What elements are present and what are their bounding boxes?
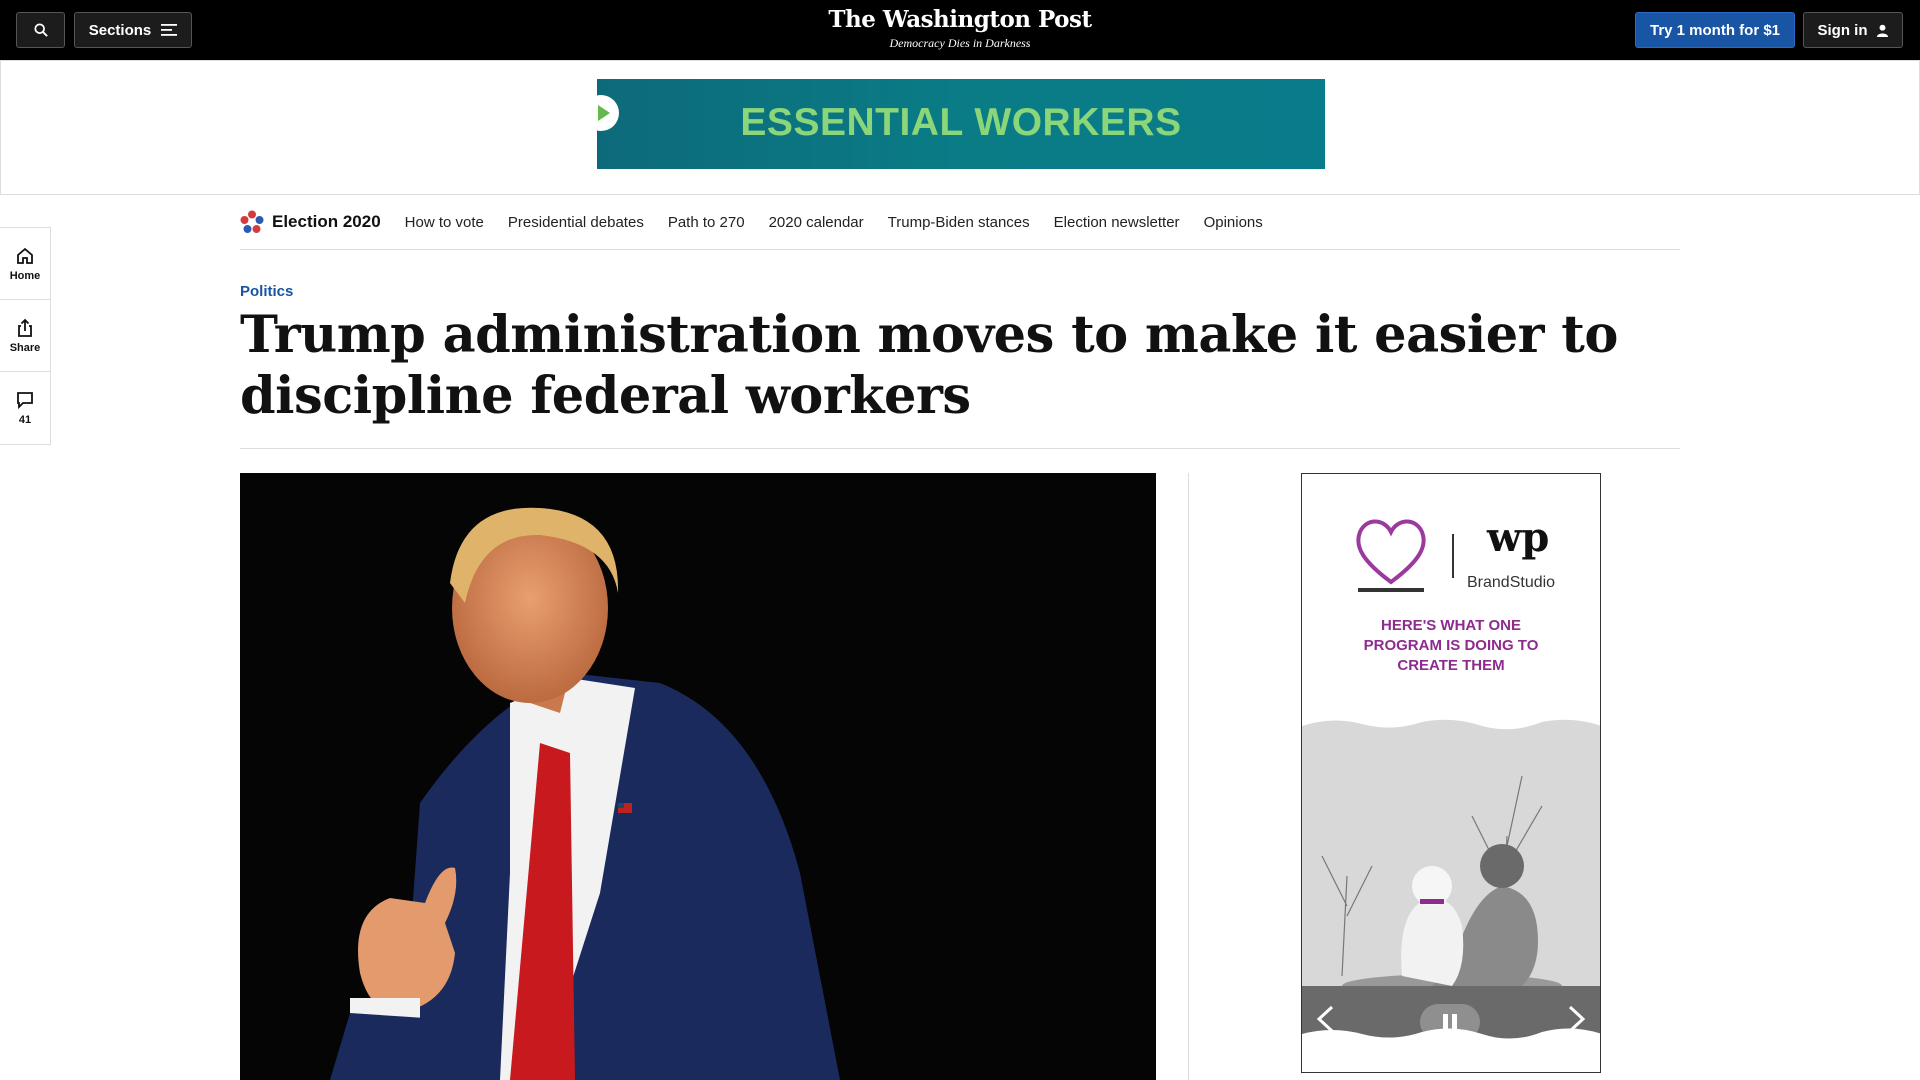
home-button[interactable]: Home [0, 228, 50, 300]
headline-divider [240, 448, 1680, 449]
ad-prev-button[interactable] [1314, 1004, 1336, 1042]
nav-2020-calendar[interactable]: 2020 calendar [769, 214, 864, 231]
purple-leash-logo [1356, 519, 1426, 592]
share-icon [18, 318, 32, 337]
ad-banner-text: ESSENTIAL WORKERS [740, 101, 1182, 144]
top-ad-container: ESSENTIAL WORKERS [0, 60, 1920, 195]
top-navigation-bar: Sections The Washington Post Democracy D… [0, 0, 1920, 60]
user-icon [1876, 24, 1888, 37]
share-label: Share [9, 341, 41, 354]
lead-photo-illustration [330, 507, 840, 1080]
election-star-icon [240, 210, 264, 233]
election-2020-label: Election 2020 [272, 212, 381, 231]
ad-headline-text: HERE'S WHAT ONE PROGRAM IS DOING TO CREA… [1363, 617, 1539, 674]
comment-icon [17, 392, 33, 410]
side-rail: Home Share 41 [0, 227, 51, 445]
election-2020-nav: Election 2020 How to vote Presidential d… [240, 195, 1680, 250]
tagline: Democracy Dies in Darkness [889, 36, 1031, 50]
sections-label: Sections [88, 21, 152, 39]
home-label: Home [9, 269, 41, 282]
ad-pause-button[interactable] [1420, 1004, 1480, 1048]
sign-in-button[interactable]: Sign in [1803, 12, 1903, 48]
ad-next-button[interactable] [1566, 1004, 1588, 1042]
share-button[interactable]: Share [0, 300, 50, 372]
comments-button[interactable]: 41 [0, 372, 50, 444]
brandstudio-label: BrandStudio [1467, 574, 1556, 591]
search-icon [33, 23, 48, 37]
chevron-left-icon [1316, 1005, 1334, 1033]
comment-count: 41 [18, 414, 32, 426]
nav-election-newsletter[interactable]: Election newsletter [1054, 214, 1180, 231]
election-2020-brand[interactable]: Election 2020 [240, 210, 381, 234]
nav-path-to-270[interactable]: Path to 270 [668, 214, 745, 231]
sections-button[interactable]: Sections [74, 12, 192, 48]
masthead: The Washington Post Democracy Dies in Da… [0, 6, 1920, 51]
brandstudio-ad[interactable]: wp BrandStudio HERE'S WHAT ONE PROGRAM I… [1301, 473, 1601, 1073]
nav-opinions[interactable]: Opinions [1204, 214, 1263, 231]
nav-presidential-debates[interactable]: Presidential debates [508, 214, 644, 231]
column-divider [1188, 473, 1189, 1080]
washington-post-logo[interactable]: The Washington Post [828, 6, 1092, 33]
search-button[interactable] [16, 12, 65, 48]
article-headline: Trump administration moves to make it ea… [240, 305, 1618, 426]
ad-headline: HERE'S WHAT ONE PROGRAM IS DOING TO CREA… [1302, 616, 1600, 676]
sign-in-label: Sign in [1817, 21, 1868, 39]
ad-logo-divider [1452, 534, 1454, 578]
section-kicker[interactable]: Politics [240, 283, 293, 300]
pause-icon [1420, 1004, 1480, 1040]
home-icon [17, 247, 33, 264]
wp-logo: wp [1487, 514, 1550, 561]
nav-trump-biden-stances[interactable]: Trump-Biden stances [888, 214, 1030, 231]
nav-how-to-vote[interactable]: How to vote [405, 214, 484, 231]
subscribe-button[interactable]: Try 1 month for $1 [1635, 12, 1795, 48]
essential-workers-ad[interactable]: ESSENTIAL WORKERS [597, 79, 1325, 169]
chevron-right-icon [1568, 1005, 1586, 1033]
lead-photo[interactable] [240, 473, 1156, 1080]
menu-icon [161, 24, 178, 36]
